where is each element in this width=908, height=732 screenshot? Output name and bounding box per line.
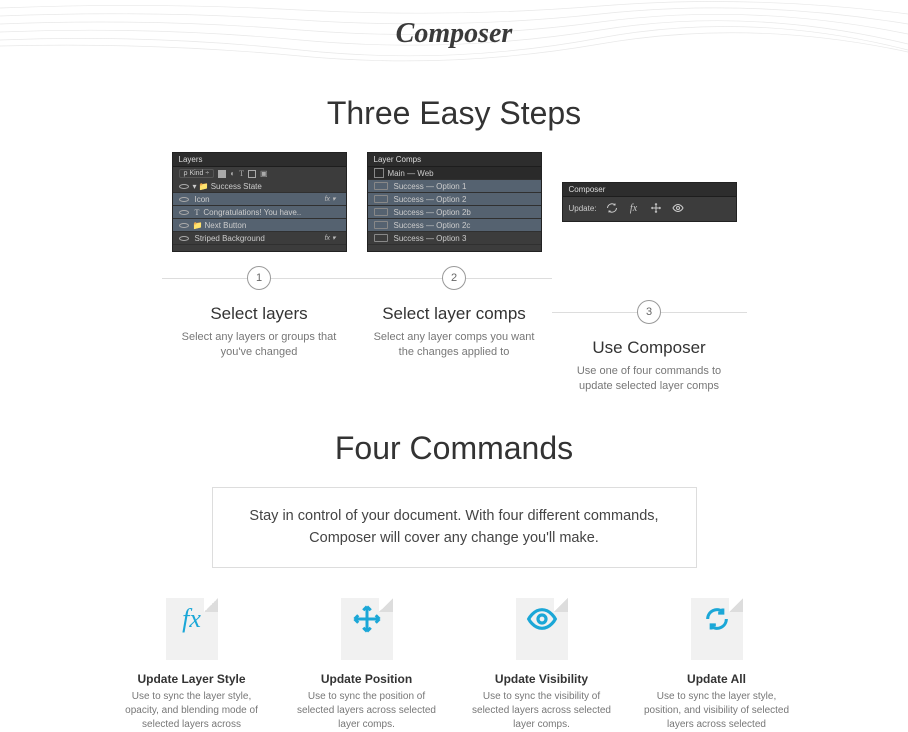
panel-title: Composer <box>563 183 736 197</box>
step-1: Layers ρ Kind ÷ ◐ T ▣ ▾ 📁 Success State … <box>172 152 347 395</box>
step-2: Layer Comps Main — Web Success — Option … <box>367 152 542 395</box>
command-title: Update Visibility <box>464 672 619 686</box>
command-desc: Use to sync the layer style, position, a… <box>639 690 794 732</box>
commands-row: fx Update Layer Style Use to sync the la… <box>0 598 908 732</box>
step-desc: Select any layer comps you want the chan… <box>367 330 542 361</box>
update-label: Update: <box>569 204 597 213</box>
step-number: 2 <box>442 266 466 290</box>
comp-row: Success — Option 2b <box>368 206 541 219</box>
step-title: Use Composer <box>562 338 737 358</box>
eye-icon <box>671 201 685 215</box>
filter-shape-icon <box>248 170 256 178</box>
doc-icon: fx <box>166 598 218 660</box>
command-title: Update All <box>639 672 794 686</box>
step-desc: Select any layers or groups that you've … <box>172 330 347 361</box>
eye-icon <box>526 603 558 635</box>
steps-heading: Three Easy Steps <box>0 95 908 132</box>
command-title: Update Layer Style <box>114 672 269 686</box>
panel-title: Layer Comps <box>368 153 541 167</box>
fx-icon: fx <box>627 201 641 215</box>
panel-title: Layers <box>173 153 346 167</box>
doc-icon <box>516 598 568 660</box>
layer-row: Iconfx ▾ <box>173 193 346 206</box>
command-desc: Use to sync the position of selected lay… <box>289 690 444 732</box>
comp-header-row: Main — Web <box>368 167 541 180</box>
step-3: Composer Update: fx 3 Use Composer Use o… <box>562 152 737 395</box>
layers-panel: Layers ρ Kind ÷ ◐ T ▣ ▾ 📁 Success State … <box>172 152 347 252</box>
comp-row: Success — Option 1 <box>368 180 541 193</box>
kind-dropdown: ρ Kind ÷ <box>179 169 215 178</box>
visibility-icon <box>179 197 189 202</box>
step-title: Select layer comps <box>367 304 542 324</box>
command-title: Update Position <box>289 672 444 686</box>
filter-pixel-icon <box>218 170 226 178</box>
layers-toolbar: ρ Kind ÷ ◐ T ▣ <box>173 167 346 180</box>
move-icon <box>352 604 382 634</box>
doc-icon <box>341 598 393 660</box>
comp-row: Success — Option 2 <box>368 193 541 206</box>
refresh-icon <box>605 201 619 215</box>
comp-row: Success — Option 3 <box>368 232 541 245</box>
visibility-icon <box>179 236 189 241</box>
visibility-icon <box>179 184 189 189</box>
layer-row: ▾ 📁 Success State <box>173 180 346 193</box>
doc-icon <box>691 598 743 660</box>
command-desc: Use to sync the layer style, opacity, an… <box>114 690 269 732</box>
command-visibility: Update Visibility Use to sync the visibi… <box>464 598 619 732</box>
fx-icon: fx <box>182 604 201 634</box>
brand-title: Composer <box>0 0 908 60</box>
command-layer-style: fx Update Layer Style Use to sync the la… <box>114 598 269 732</box>
step-number: 1 <box>247 266 271 290</box>
layer-comps-panel: Layer Comps Main — Web Success — Option … <box>367 152 542 252</box>
layer-row: 📁 Next Button <box>173 219 346 232</box>
visibility-icon <box>179 210 189 215</box>
step-title: Select layers <box>172 304 347 324</box>
commands-intro: Stay in control of your document. With f… <box>212 487 697 569</box>
commands-heading: Four Commands <box>0 430 908 467</box>
layer-row: Striped Backgroundfx ▾ <box>173 232 346 245</box>
command-desc: Use to sync the visibility of selected l… <box>464 690 619 732</box>
move-icon <box>649 201 663 215</box>
step-desc: Use one of four commands to update selec… <box>562 364 737 395</box>
composer-panel: Composer Update: fx <box>562 182 737 222</box>
layer-row: TCongratulations! You have.. <box>173 206 346 219</box>
filter-type-icon: T <box>239 169 244 178</box>
steps-row: Layers ρ Kind ÷ ◐ T ▣ ▾ 📁 Success State … <box>0 152 908 395</box>
step-number: 3 <box>637 300 661 324</box>
filter-adjust-icon: ◐ <box>230 169 235 178</box>
comp-row: Success — Option 2c <box>368 219 541 232</box>
command-all: Update All Use to sync the layer style, … <box>639 598 794 732</box>
visibility-icon <box>179 223 189 228</box>
filter-smart-icon: ▣ <box>260 169 268 178</box>
refresh-icon <box>703 605 731 633</box>
command-position: Update Position Use to sync the position… <box>289 598 444 732</box>
